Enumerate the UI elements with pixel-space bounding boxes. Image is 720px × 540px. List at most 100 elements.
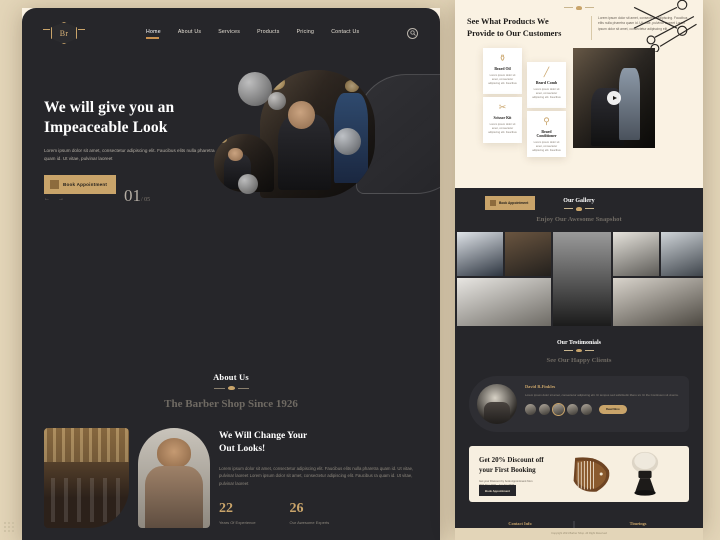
testimonial-thumb[interactable] xyxy=(581,403,592,415)
testimonial-read-more-button[interactable]: Read More xyxy=(599,404,627,414)
ornament-line-left-3 xyxy=(564,7,573,9)
ornament-line-left xyxy=(213,387,225,389)
testimonial-author: David R.Finkles xyxy=(525,384,556,389)
wooden-comb-icon xyxy=(573,457,610,492)
nav-item-about-us[interactable]: About Us xyxy=(178,29,201,38)
logo-wing-left xyxy=(43,29,50,30)
promo-heading-line-1: Get 20% Discount off xyxy=(479,456,544,464)
gallery-item[interactable] xyxy=(457,231,503,276)
beard-oil-bottle-icon-right: ⚱ xyxy=(498,52,507,63)
hero-copy: We will give you an Impeaceable Look Lor… xyxy=(44,98,244,194)
shaving-brush-icon xyxy=(631,451,659,496)
right-page-panel: See What Products We Provide to Our Cust… xyxy=(455,0,703,528)
beard-comb-icon-right: ╱ xyxy=(543,66,550,77)
stat-experts: 26 Our Awesome Experts xyxy=(290,501,330,525)
product-title-beard-conditioner: Beard Conditioner xyxy=(536,129,557,138)
slide-counter: 01/ 05 xyxy=(124,186,150,206)
ornament-diamond-icon-5 xyxy=(576,348,582,352)
testimonial-thumb[interactable] xyxy=(567,403,578,415)
testimonial-thumb[interactable] xyxy=(525,403,536,415)
testimonials-section: Our Testimonials See Our Happy Clients D… xyxy=(455,326,703,432)
products-heading-right-line-2: Provide to Our Customers xyxy=(467,28,562,38)
decor-dot-grid xyxy=(4,522,14,532)
footer-timings-title: Timeings xyxy=(629,521,647,526)
about-heading-block: About Us The Barber Shop Since 1926 xyxy=(22,372,440,410)
stat-years-experience: 22 Years Of Experience xyxy=(219,501,256,525)
product-desc-beard-conditioner: Lorem ipsum dolor sit amet, consectetur … xyxy=(532,140,561,153)
about-eyebrow: About Us xyxy=(213,372,249,382)
product-title-scissor-kit: Scissor Kit xyxy=(493,115,512,120)
design-mockup-canvas: Br Home About Us Services Products Prici… xyxy=(0,0,720,540)
testimonial-thumb-active[interactable] xyxy=(552,402,565,416)
about-heading-line-2: Out Looks! xyxy=(219,444,266,454)
gallery-section: Our Gallery Enjoy Our Awesome Snapshot xyxy=(455,198,703,326)
gallery-item[interactable] xyxy=(613,277,703,326)
nav-item-home[interactable]: Home xyxy=(146,29,161,39)
scissor-kit-icon: ✂ xyxy=(498,101,507,112)
gallery-item[interactable] xyxy=(553,231,611,326)
hero-title-line-2: Impeaceable Look xyxy=(44,119,168,136)
promo-banner: Get 20% Discount off your First Booking … xyxy=(469,446,689,502)
ornament-diamond-icon xyxy=(227,386,235,390)
main-navigation: Br Home About Us Services Products Prici… xyxy=(22,8,440,46)
products-heading-right-line-1: See What Products We xyxy=(467,16,549,26)
copyright-bar: Copyright 2021 Barber Shop. All Right Re… xyxy=(455,528,703,540)
product-desc-beard-comb-right: Lorem ipsum dolor sit amet, consectetur … xyxy=(532,87,561,100)
slider-next-icon[interactable]: → xyxy=(58,196,64,202)
gallery-item[interactable] xyxy=(661,231,703,276)
product-desc-scissor-kit: Lorem ipsum dolor sit amet, consectetur … xyxy=(488,122,517,135)
nav-item-products[interactable]: Products xyxy=(257,29,279,38)
decor-sphere-3 xyxy=(334,128,361,155)
slider-prev-icon[interactable]: ← xyxy=(44,196,50,202)
testimonial-body: David R.Finkles Lorem ipsum dolor sit am… xyxy=(525,384,679,424)
about-paragraph: Lorem ipsum dolor sit amet, consectetur … xyxy=(219,466,414,486)
ornament-line-right-4 xyxy=(585,208,594,210)
search-icon[interactable] xyxy=(407,27,418,39)
slide-total: / 05 xyxy=(141,197,151,203)
about-stats: 22 Years Of Experience 26 Our Awesome Ex… xyxy=(219,501,418,525)
site-footer: Contact Info Address : Nyb Crib Run Aven… xyxy=(455,512,703,528)
ornament-diamond-icon-3 xyxy=(576,6,582,10)
ornament-diamond-icon-4 xyxy=(576,207,582,211)
testimonials-eyebrow: Our Testimonials xyxy=(556,339,602,346)
hero-content: We will give you an Impeaceable Look Lor… xyxy=(22,46,440,222)
testimonial-thumbs: Read More xyxy=(525,402,679,416)
site-logo[interactable]: Br xyxy=(43,20,85,46)
footer-contact-title: Contact Info xyxy=(508,521,532,526)
lamp-glow-2 xyxy=(345,80,359,92)
about-body: We Will Change Your Out Looks! Lorem ips… xyxy=(22,410,440,528)
hero-paragraph: Lorem ipsum dolor sit amet, consectetur … xyxy=(44,148,215,161)
logo-wing-right xyxy=(78,29,85,30)
stat-years-label: Years Of Experience xyxy=(219,520,256,526)
promo-book-appointment-button[interactable]: Book Appointment xyxy=(479,485,516,496)
copyright-text: Copyright 2021 Barber Shop. All Right Re… xyxy=(551,532,607,535)
book-appointment-label-right: Book Appointment xyxy=(499,201,529,205)
product-card-scissor-kit[interactable]: ✂ Scissor Kit Lorem ipsum dolor sit amet… xyxy=(483,96,522,143)
products-section-right: See What Products We Provide to Our Cust… xyxy=(455,0,703,210)
product-card-beard-oil-right[interactable]: ⚱ Beard Oil Lorem ipsum dolor sit amet, … xyxy=(483,47,522,94)
play-icon-right[interactable] xyxy=(607,90,621,105)
nav-item-contact-us[interactable]: Contact Us xyxy=(331,29,359,38)
stat-years-number: 22 xyxy=(219,501,233,517)
nav-item-pricing[interactable]: Pricing xyxy=(297,29,315,38)
ornament-line-right-3 xyxy=(585,7,594,9)
logo-badge-icon: Br xyxy=(51,22,77,44)
testimonial-thumb[interactable] xyxy=(539,403,550,415)
gallery-item[interactable] xyxy=(457,277,551,326)
book-appointment-button-right[interactable]: Book Appointment xyxy=(485,196,536,210)
ornament-line-right-5 xyxy=(585,349,594,351)
products-video-thumbnail-right[interactable] xyxy=(573,47,655,148)
product-title-beard-comb-right: Beard Comb xyxy=(535,80,558,85)
product-card-beard-comb-right[interactable]: ╱ Beard Comb Lorem ipsum dolor sit amet,… xyxy=(527,61,566,108)
nav-item-services[interactable]: Services xyxy=(218,29,240,38)
testimonial-card: David R.Finkles Lorem ipsum dolor sit am… xyxy=(469,376,689,432)
nav-links: Home About Us Services Products Pricing … xyxy=(146,29,359,39)
gallery-grid xyxy=(455,231,703,326)
ornament-line-left-5 xyxy=(564,349,573,351)
avatar xyxy=(477,384,517,424)
product-card-beard-conditioner[interactable]: ⚲ Beard Conditioner Lorem ipsum dolor si… xyxy=(527,110,566,157)
gallery-item[interactable] xyxy=(613,231,659,276)
stat-experts-number: 26 xyxy=(289,501,304,517)
hero-title-line-1: We will give you an xyxy=(44,99,175,116)
gallery-item[interactable] xyxy=(505,231,551,276)
